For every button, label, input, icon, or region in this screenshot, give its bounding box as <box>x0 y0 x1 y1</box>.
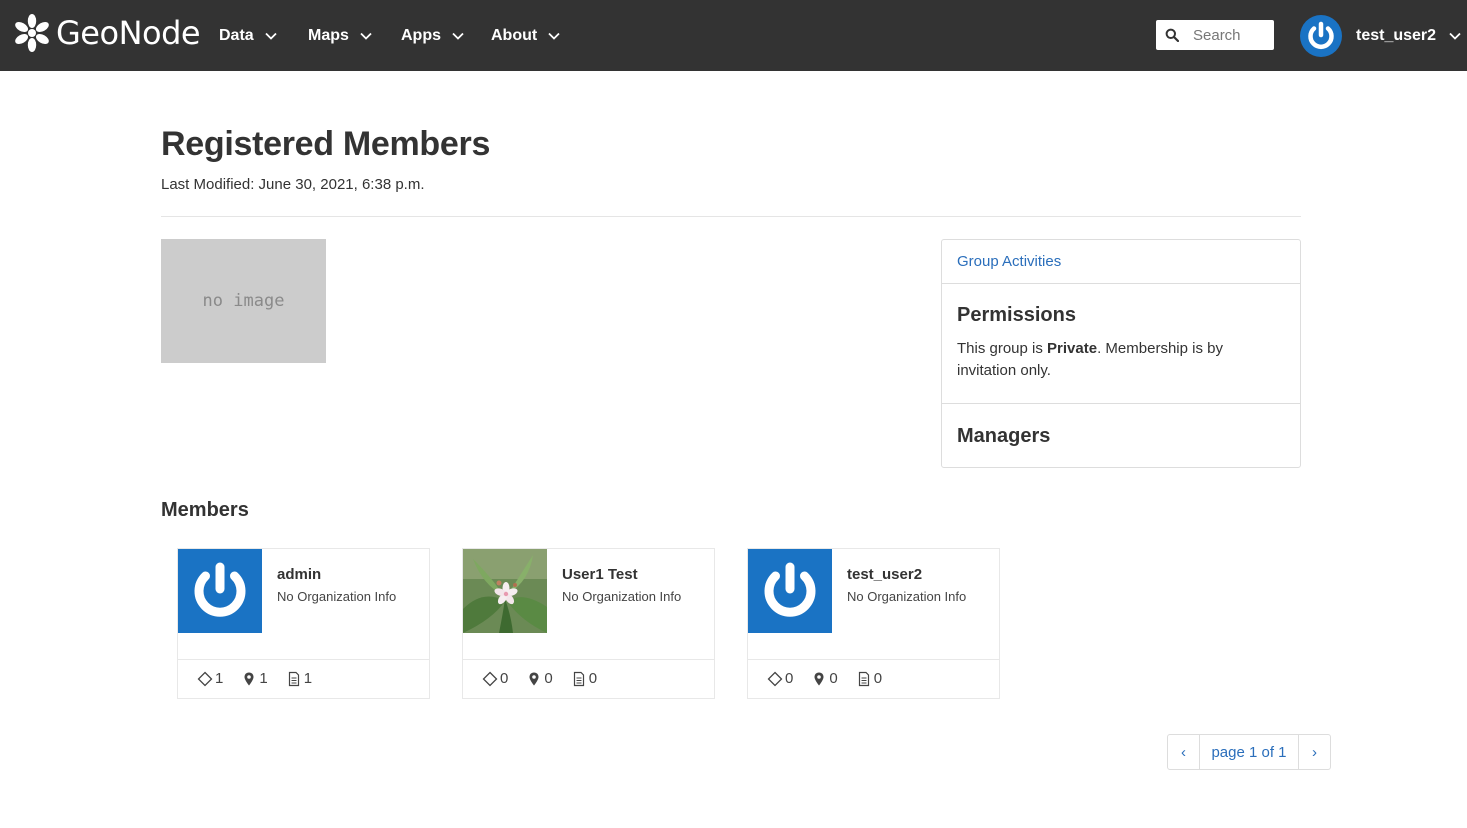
nav-menu-maps[interactable]: Maps <box>308 24 373 48</box>
permissions-value: Private <box>1047 340 1098 357</box>
layers-count-value: 0 <box>500 670 509 687</box>
search-box <box>1156 20 1274 50</box>
chevron-down-icon <box>360 32 372 40</box>
member-organization: No Organization Info <box>847 589 967 604</box>
maps-count-value: 0 <box>544 670 553 687</box>
member-card[interactable]: test_user2 No Organization Info 0 0 0 <box>747 548 1000 699</box>
layers-diamond-icon <box>482 671 498 686</box>
power-icon <box>748 549 832 633</box>
chevron-down-icon <box>548 32 560 40</box>
top-navbar: GeoNode Data Maps Apps About test_user2 <box>0 0 1467 71</box>
map-marker-icon <box>814 672 824 685</box>
divider <box>748 659 999 660</box>
documents-count-value: 1 <box>303 670 313 687</box>
member-name[interactable]: admin <box>277 566 321 583</box>
nav-menu-label: Apps <box>401 27 441 44</box>
documents-count: 1 <box>286 670 312 687</box>
document-icon <box>858 671 869 686</box>
divider <box>178 659 429 660</box>
document-icon <box>573 671 584 686</box>
member-stats: 1 1 1 <box>197 670 330 687</box>
documents-count-value: 0 <box>588 670 598 687</box>
maps-count-value: 0 <box>829 670 838 687</box>
flower-photo-icon <box>463 549 547 633</box>
documents-count: 0 <box>856 670 882 687</box>
maps-count: 1 <box>241 670 268 687</box>
permissions-prefix: This group is <box>957 340 1048 357</box>
layers-diamond-icon <box>767 671 783 686</box>
group-info-panel: Group Activities Permissions This group … <box>941 239 1301 468</box>
permissions-text: This group is Private. Membership is by … <box>957 338 1277 382</box>
brand-name: GeoNode <box>56 14 201 52</box>
next-page-button[interactable]: › <box>1299 735 1330 769</box>
member-stats: 0 0 0 <box>767 670 900 687</box>
document-icon <box>288 671 299 686</box>
maps-count: 0 <box>526 670 553 687</box>
brand-logo[interactable]: GeoNode <box>12 11 201 55</box>
no-image-text: no image <box>202 291 285 311</box>
last-modified-text: Last Modified: June 30, 2021, 6:38 p.m. <box>161 176 425 193</box>
avatar[interactable] <box>463 549 547 633</box>
layers-count-value: 0 <box>785 670 794 687</box>
member-organization: No Organization Info <box>277 589 397 604</box>
nav-menu-data[interactable]: Data <box>219 24 278 48</box>
maps-count: 0 <box>811 670 838 687</box>
managers-heading: Managers <box>957 425 1051 447</box>
permissions-heading: Permissions <box>957 304 1076 326</box>
avatar[interactable] <box>178 549 262 633</box>
layers-count: 0 <box>482 670 508 687</box>
nav-menu-apps[interactable]: Apps <box>401 24 465 48</box>
page-title: Registered Members <box>161 125 491 163</box>
layers-diamond-icon <box>197 671 213 686</box>
nav-menu-about[interactable]: About <box>491 24 561 48</box>
power-icon <box>178 549 262 633</box>
username-label: test_user2 <box>1356 27 1437 44</box>
member-name[interactable]: test_user2 <box>847 566 922 583</box>
power-icon <box>1301 16 1341 56</box>
pagination: ‹ page 1 of 1 › <box>1167 734 1331 770</box>
divider <box>942 283 1300 284</box>
member-organization: No Organization Info <box>562 589 682 604</box>
chevron-down-icon <box>1449 32 1461 40</box>
group-image-placeholder: no image <box>161 239 326 363</box>
nav-menu-label: Data <box>219 27 254 44</box>
layers-count: 0 <box>767 670 793 687</box>
maps-count-value: 1 <box>259 670 268 687</box>
chevron-down-icon <box>265 32 277 40</box>
avatar[interactable] <box>748 549 832 633</box>
documents-count: 0 <box>571 670 597 687</box>
divider <box>161 216 1301 217</box>
map-marker-icon <box>244 672 254 685</box>
avatar <box>1300 15 1342 57</box>
divider <box>463 659 714 660</box>
documents-count-value: 0 <box>873 670 883 687</box>
nav-menu-label: About <box>491 27 538 44</box>
map-marker-icon <box>529 672 539 685</box>
layers-count: 1 <box>197 670 223 687</box>
member-card[interactable]: admin No Organization Info 1 1 1 <box>177 548 430 699</box>
member-stats: 0 0 0 <box>482 670 615 687</box>
previous-page-button[interactable]: ‹ <box>1168 735 1199 769</box>
members-heading: Members <box>161 499 249 521</box>
geonode-logo-icon <box>15 14 49 52</box>
search-input[interactable] <box>1193 26 1273 44</box>
nav-menu-label: Maps <box>308 27 349 44</box>
page-indicator: page 1 of 1 <box>1199 735 1299 769</box>
member-name[interactable]: User1 Test <box>562 566 638 583</box>
divider <box>942 403 1300 404</box>
group-activities-link[interactable]: Group Activities <box>957 253 1061 270</box>
chevron-down-icon <box>452 32 464 40</box>
user-menu[interactable]: test_user2 <box>1300 14 1462 58</box>
layers-count-value: 1 <box>215 670 224 687</box>
member-card[interactable]: User1 Test No Organization Info 0 0 0 <box>462 548 715 699</box>
search-icon <box>1165 28 1179 42</box>
